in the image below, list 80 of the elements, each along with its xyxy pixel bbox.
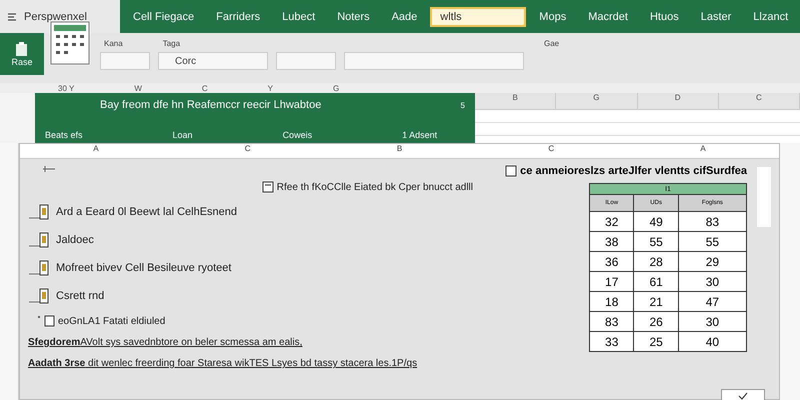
column-header: C (718, 93, 800, 109)
column-header: G (556, 93, 638, 109)
ribbon-tab[interactable]: Noters (328, 8, 379, 26)
option-text[interactable]: Csrett rnd (56, 290, 104, 302)
table-cell: 49 (634, 212, 678, 232)
menu-icon (6, 10, 18, 22)
table-cell: 61 (634, 272, 678, 292)
confirm-button[interactable] (721, 389, 765, 400)
column-letter: 30 Y (58, 84, 74, 92)
input-field[interactable] (100, 52, 150, 70)
clipboard-icon (14, 41, 30, 57)
column-header: B (475, 93, 556, 109)
table-cell: 40 (678, 332, 746, 352)
column-letter: G (333, 84, 340, 92)
ribbon-tab[interactable]: Aade (382, 8, 426, 26)
table-cell: 26 (634, 312, 678, 332)
column-header: C (547, 144, 556, 155)
table-cell: 30 (678, 272, 746, 292)
checkbox-icon[interactable] (505, 165, 518, 177)
banner-number: 5 (460, 100, 465, 110)
option-text[interactable]: eoGnLA1 Fatati eldiuled (58, 316, 166, 326)
column-header: B (396, 144, 404, 155)
ribbon-tab[interactable]: Llzanct (744, 8, 798, 26)
option-text[interactable]: Mofreet bivev Cell Besileuve ryoteet (56, 262, 232, 274)
ribbon-tab[interactable]: Mops (530, 8, 576, 26)
checkbox-icon[interactable] (38, 315, 56, 327)
option-text[interactable]: Ard a Eeard 0l Beewt lal CelhEsnend (56, 206, 237, 218)
table-cell: 17 (590, 272, 634, 292)
table-cell: 83 (678, 212, 746, 232)
table-cell: 18 (590, 292, 634, 312)
table-cell: 32 (590, 212, 634, 232)
font-field[interactable]: Corc (158, 52, 268, 70)
banner-item[interactable]: Loan (172, 130, 193, 140)
table-cell: 38 (590, 232, 634, 252)
column-header: A (92, 144, 100, 155)
checkbox-icon[interactable] (262, 181, 274, 193)
paste-label: Rase (11, 57, 32, 67)
table-cell: 25 (634, 332, 678, 352)
ribbon-tab[interactable]: Htuos (640, 8, 688, 26)
ribbon-tab[interactable]: Lubect (273, 8, 324, 26)
column-letter: Y (268, 84, 273, 92)
column-header: C (244, 144, 252, 155)
note-text: SfegdoremAVolt sys savednbtore on beler scmessa am ealis, (28, 337, 304, 348)
formula-field[interactable] (344, 52, 524, 70)
table-cell: 47 (678, 292, 746, 312)
ribbon-tab[interactable]: Farriders (207, 8, 270, 26)
check-icon (738, 392, 748, 400)
column-letter: W (134, 84, 142, 92)
heading-text: Rfee th fKoCClle Eiated bk Cper bnucct adlll (276, 182, 473, 192)
ribbon-tab[interactable]: wltls (430, 6, 526, 26)
section-title: ce anmeioreslzs arteJlfer vlentts cifSurdfea (520, 165, 747, 177)
table-cell: 83 (590, 312, 634, 332)
table-cell: 29 (678, 252, 746, 272)
banner-title: Bay freom dfe hn Reafemccr reecir Lhwabtoe (100, 99, 322, 111)
table-cell: 55 (634, 232, 678, 252)
group-label: Kana (104, 39, 123, 48)
file-tab-label: Perspwenxel (24, 10, 87, 22)
column-header: D (638, 93, 719, 109)
ribbon-tab[interactable]: Cell Fiegace (124, 8, 204, 26)
column-header: A (699, 144, 707, 155)
note-text: Aadath 3rse dit wenlec freerding foar Staresa wikTES Lsyes bd tassy stacera les.1P/qs (28, 358, 418, 369)
group-label: Gae (544, 39, 560, 48)
scroll-bar[interactable] (757, 167, 771, 227)
banner-item[interactable]: 1 Adsent (402, 130, 438, 140)
table-cell: 21 (634, 292, 678, 312)
table-cell: 55 (678, 232, 746, 252)
option-text[interactable]: Jaldoec (56, 234, 94, 246)
ribbon-tab[interactable]: Laster (692, 8, 740, 26)
ribbon-tab[interactable]: Macrdet (579, 8, 637, 26)
banner-item[interactable]: Coweis (282, 130, 312, 140)
input-field[interactable] (276, 52, 336, 70)
table-cell: 36 (590, 252, 634, 272)
link-icon (42, 165, 56, 173)
table-cell: 33 (590, 332, 634, 352)
table-cell: 30 (678, 312, 746, 332)
group-label: Taga (162, 39, 180, 48)
calculator-icon[interactable] (50, 21, 90, 65)
table-cell: 28 (634, 252, 678, 272)
column-letter: C (202, 84, 208, 92)
banner-item[interactable]: Beats efs (45, 130, 83, 140)
